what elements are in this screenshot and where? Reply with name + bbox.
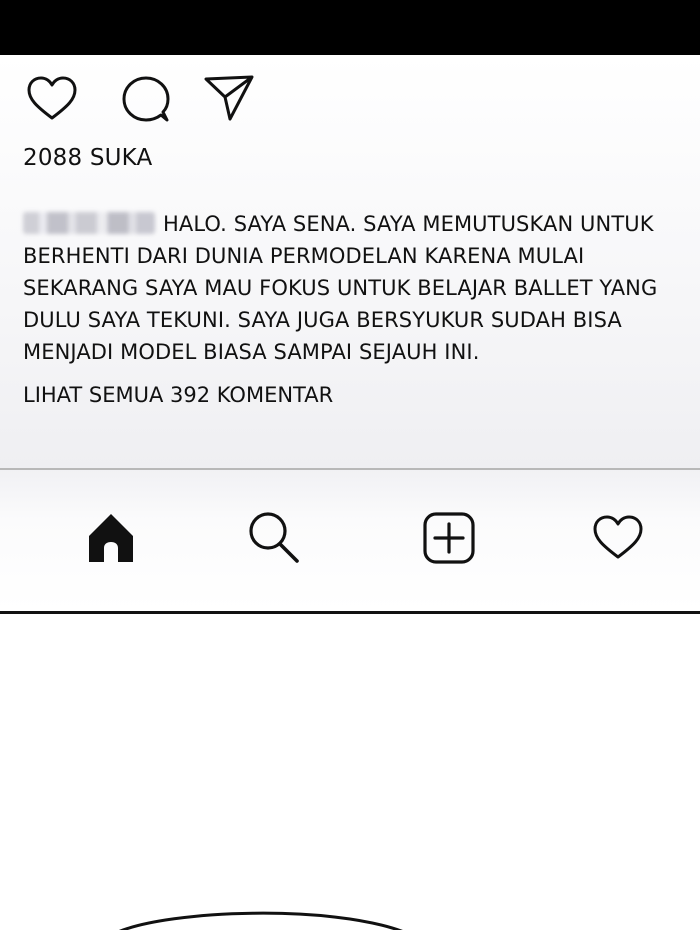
post-caption: HALO. SAYA SENA. SAYA MEMUTUSKAN UNTUK B… [23,208,695,368]
activity-heart-icon [593,515,643,559]
share-button[interactable] [204,75,256,125]
post-panel: 2088 SUKA HALO. SAYA SENA. SAYA MEMUTUSK… [0,55,700,469]
drawn-arc [119,911,403,930]
add-post-icon [423,512,475,564]
username-link[interactable] [23,212,155,234]
tab-home[interactable] [83,510,139,566]
tab-new-post[interactable] [421,510,477,566]
like-count: 2088 SUKA [23,145,153,171]
comic-panel [0,614,700,930]
comment-icon [122,76,170,122]
home-icon [89,514,133,562]
comment-button[interactable] [120,75,172,125]
send-icon [204,75,254,121]
status-bar [0,0,700,55]
caption-text: HALO. SAYA SENA. SAYA MEMUTUSKAN UNTUK B… [23,212,658,364]
bottom-tab-bar [0,470,700,611]
heart-icon [27,76,77,120]
tab-activity[interactable] [590,510,646,566]
search-icon [249,512,299,563]
view-all-comments-link[interactable]: LIHAT SEMUA 392 KOMENTAR [23,383,333,407]
tab-search[interactable] [246,510,302,566]
like-button[interactable] [26,75,78,125]
